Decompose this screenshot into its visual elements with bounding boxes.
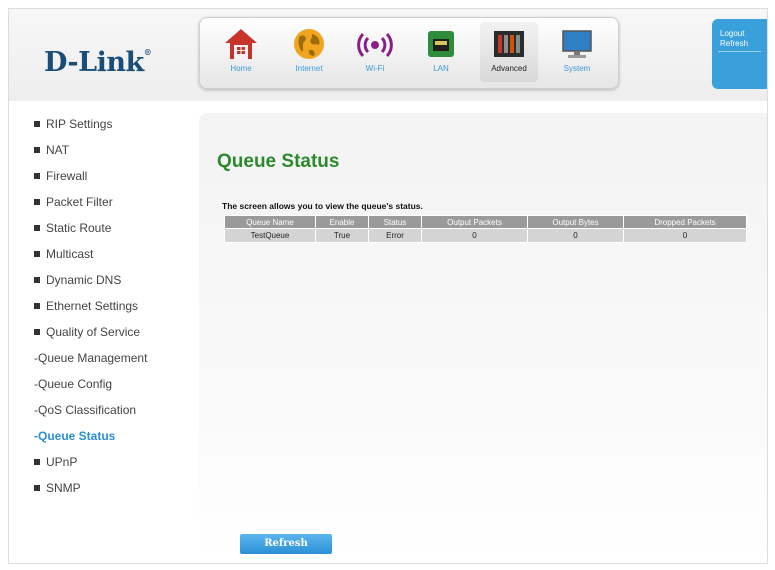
nav-wifi[interactable]: Wi-Fi (346, 22, 404, 82)
sidebar-item-nat[interactable]: NAT (34, 142, 69, 158)
col-output-packets: Output Packets (421, 215, 528, 229)
dlink-logo: D-Link® (44, 47, 152, 78)
col-enable: Enable (315, 215, 369, 229)
wifi-icon (357, 32, 393, 58)
cell-dropped-packets: 0 (623, 228, 747, 243)
nav-home[interactable]: Home (212, 22, 270, 82)
refresh-button[interactable]: Refresh (240, 534, 332, 554)
nav-system-label: System (563, 64, 591, 73)
home-icon (225, 29, 257, 59)
nav-advanced-label: Advanced (491, 64, 527, 73)
bullet-icon (34, 172, 40, 179)
logout-link[interactable]: Logout (712, 29, 767, 39)
cell-status: Error (368, 228, 422, 243)
nav-lan-label: LAN (433, 64, 449, 73)
sidebar-item-firewall[interactable]: Firewall (34, 168, 87, 184)
cell-output-packets: 0 (421, 228, 528, 243)
nav-system[interactable]: System (548, 22, 606, 82)
tools-icon (494, 31, 524, 57)
sidebar: RIP Settings NAT Firewall Packet Filter … (9, 101, 194, 563)
page-description: The screen allows you to view the queue'… (222, 201, 423, 211)
sidebar-sub-queue-status[interactable]: -Queue Status (34, 428, 115, 444)
bullet-icon (34, 224, 40, 231)
bullet-icon (34, 484, 40, 491)
nav-home-label: Home (230, 64, 252, 73)
refresh-link[interactable]: Refresh (712, 39, 767, 49)
nav-internet-label: Internet (295, 64, 323, 73)
sidebar-sub-qos-classification[interactable]: -QoS Classification (34, 402, 136, 418)
nav-internet[interactable]: Internet (280, 22, 338, 82)
sidebar-item-snmp[interactable]: SNMP (34, 480, 81, 496)
lan-icon (428, 31, 454, 57)
cell-output-bytes: 0 (527, 228, 624, 243)
main-content: Queue Status The screen allows you to vi… (199, 113, 767, 563)
sidebar-item-static-route[interactable]: Static Route (34, 220, 111, 236)
sidebar-item-packet-filter[interactable]: Packet Filter (34, 194, 113, 210)
bullet-icon (34, 250, 40, 257)
cell-queue-name: TestQueue (224, 228, 316, 243)
col-status: Status (368, 215, 422, 229)
nav-advanced[interactable]: Advanced (480, 22, 538, 82)
sidebar-item-rip-settings[interactable]: RIP Settings (34, 116, 112, 132)
sidebar-sub-queue-config[interactable]: -Queue Config (34, 376, 112, 392)
bullet-icon (34, 120, 40, 127)
page-title: Queue Status (217, 151, 340, 172)
table-header-row: Queue Name Enable Status Output Packets … (224, 215, 747, 229)
bullet-icon (34, 146, 40, 153)
bullet-icon (34, 198, 40, 205)
nav-lan[interactable]: LAN (412, 22, 470, 82)
account-panel: Logout Refresh (712, 19, 767, 89)
table-row: TestQueue True Error 0 0 0 (224, 228, 747, 243)
col-output-bytes: Output Bytes (527, 215, 624, 229)
bullet-icon (34, 458, 40, 465)
globe-icon (294, 29, 324, 59)
account-divider (718, 51, 761, 52)
sidebar-item-upnp[interactable]: UPnP (34, 454, 77, 470)
top-nav: Home Internet Wi-Fi LAN Advanced System (199, 17, 619, 89)
queue-status-table: Queue Name Enable Status Output Packets … (224, 215, 747, 243)
bullet-icon (34, 302, 40, 309)
sidebar-sub-queue-management[interactable]: -Queue Management (34, 350, 147, 366)
cell-enable: True (315, 228, 369, 243)
bullet-icon (34, 276, 40, 283)
header: D-Link® Home Internet Wi-Fi LAN Advanced… (9, 9, 767, 101)
col-dropped-packets: Dropped Packets (623, 215, 747, 229)
sidebar-item-dynamic-dns[interactable]: Dynamic DNS (34, 272, 121, 288)
sidebar-item-multicast[interactable]: Multicast (34, 246, 93, 262)
bullet-icon (34, 328, 40, 335)
sidebar-item-ethernet-settings[interactable]: Ethernet Settings (34, 298, 138, 314)
nav-wifi-label: Wi-Fi (365, 64, 385, 73)
router-page: D-Link® Home Internet Wi-Fi LAN Advanced… (8, 8, 768, 564)
col-queue-name: Queue Name (224, 215, 316, 229)
monitor-icon (562, 30, 592, 58)
sidebar-item-quality-of-service[interactable]: Quality of Service (34, 324, 140, 340)
